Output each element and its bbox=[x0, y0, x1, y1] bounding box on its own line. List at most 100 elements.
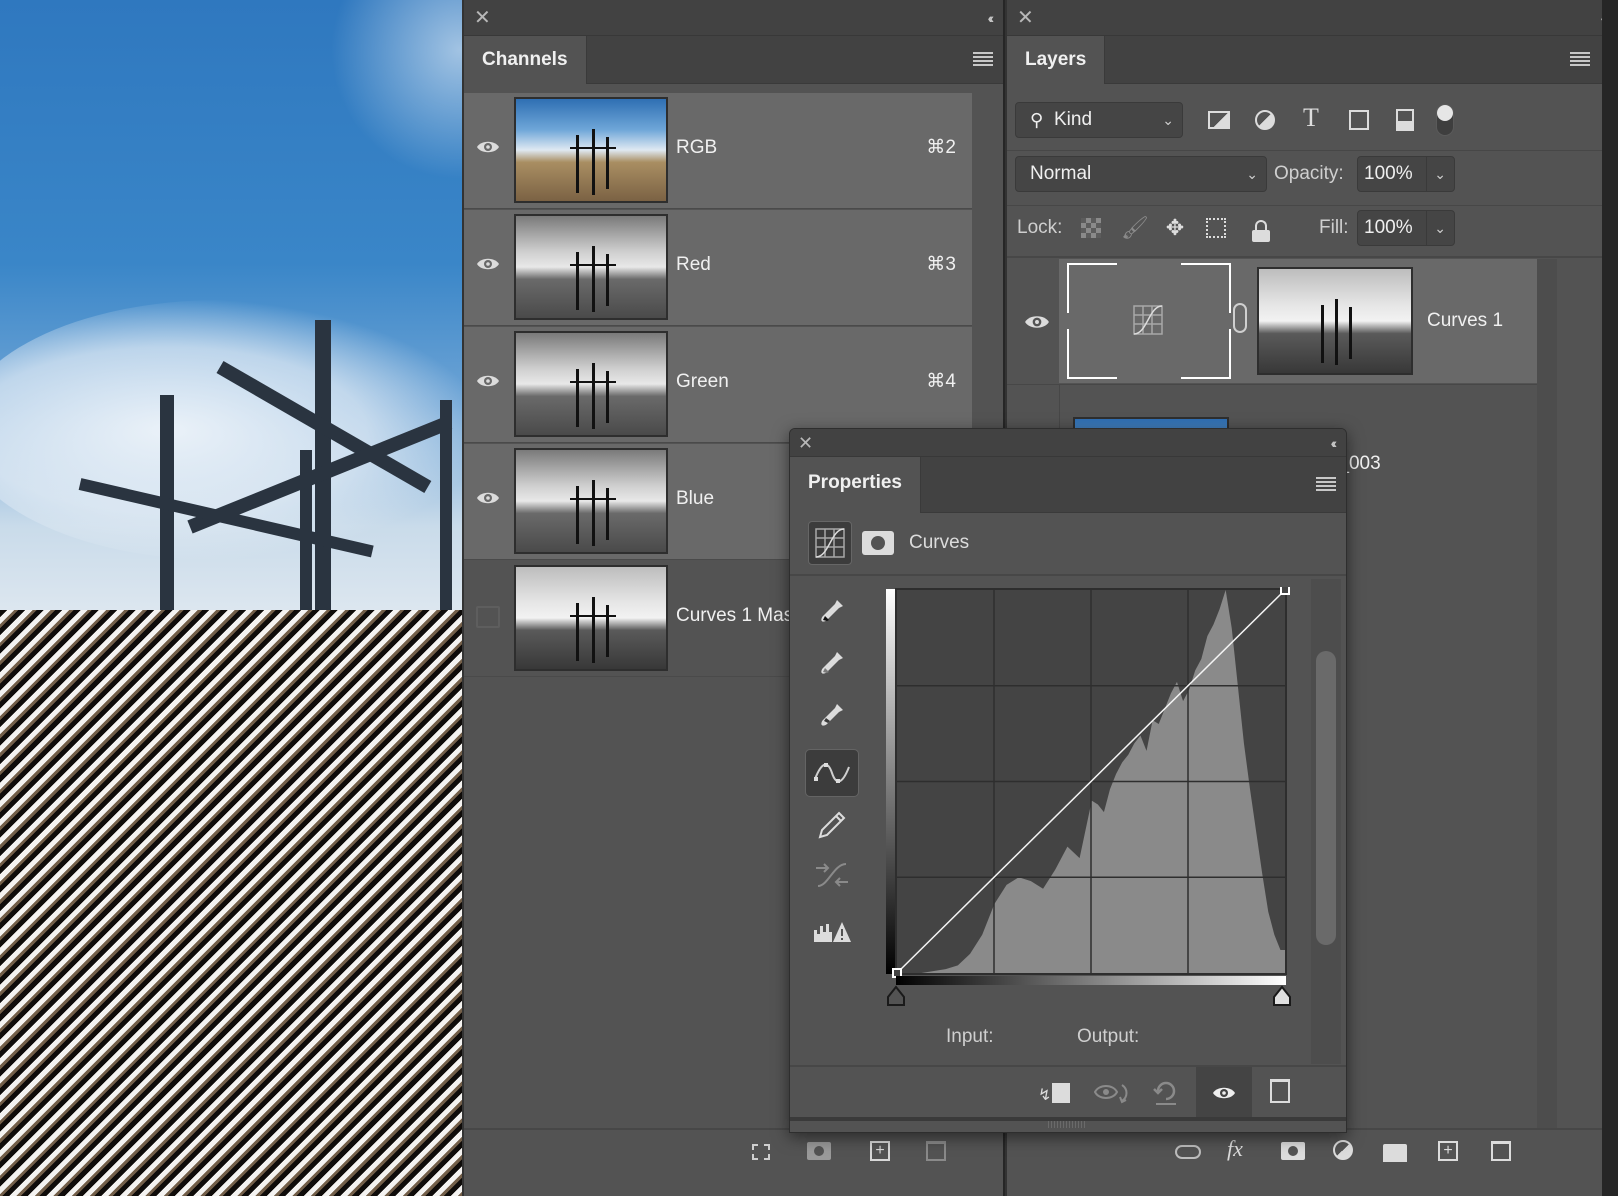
new-adjustment-icon[interactable] bbox=[1333, 1140, 1353, 1160]
chevron-down-icon[interactable]: ⌄ bbox=[1434, 157, 1446, 191]
channel-row[interactable]: Red ⌘3 bbox=[464, 210, 972, 326]
channel-thumbnail bbox=[514, 565, 668, 671]
close-icon[interactable]: ✕ bbox=[1017, 0, 1034, 36]
channel-name: Green bbox=[676, 371, 729, 392]
chevron-down-icon: ⌄ bbox=[1246, 166, 1258, 182]
divider bbox=[790, 574, 1346, 576]
gray-point-eyedropper[interactable] bbox=[805, 639, 859, 687]
blend-mode-dropdown[interactable]: Normal ⌄ bbox=[1015, 156, 1267, 192]
delete-layer-icon[interactable] bbox=[1491, 1141, 1511, 1161]
new-layer-icon[interactable]: + bbox=[1438, 1141, 1458, 1161]
pencil-draw-tool[interactable] bbox=[805, 801, 859, 849]
lock-label: Lock: bbox=[1017, 217, 1063, 238]
channel-name: Curves 1 Mask bbox=[676, 605, 803, 626]
lock-position-icon[interactable]: ✥ bbox=[1161, 214, 1189, 242]
shape-filter-icon[interactable] bbox=[1345, 106, 1373, 134]
lock-all-icon[interactable] bbox=[1252, 220, 1270, 242]
white-point-slider[interactable] bbox=[1273, 985, 1291, 1006]
delete-channel-icon[interactable] bbox=[926, 1141, 946, 1161]
delete-adjustment-button[interactable] bbox=[1270, 1079, 1290, 1103]
properties-panel: ✕ ‹‹ Properties Curves Input: Output: ↯ bbox=[789, 428, 1347, 1133]
filter-kind-label: Kind bbox=[1054, 109, 1093, 130]
layers-titlebar: ✕ ‹‹ bbox=[1007, 0, 1618, 36]
new-channel-icon[interactable]: + bbox=[870, 1141, 890, 1161]
reset-button[interactable] bbox=[1152, 1079, 1180, 1107]
adjustment-type-button[interactable] bbox=[808, 521, 852, 565]
panel-menu-icon[interactable] bbox=[1570, 52, 1590, 66]
curve-control-point[interactable] bbox=[1280, 587, 1290, 595]
document-canvas[interactable] bbox=[0, 0, 462, 1196]
eye-icon[interactable] bbox=[1024, 313, 1050, 331]
clip-to-layer-button[interactable]: ↯ bbox=[1038, 1081, 1072, 1105]
visibility-toggle[interactable] bbox=[464, 444, 512, 560]
white-point-eyedropper[interactable] bbox=[805, 691, 859, 739]
black-point-slider[interactable] bbox=[887, 985, 905, 1006]
resize-grip[interactable] bbox=[1048, 1121, 1086, 1128]
opacity-field[interactable]: 100% ⌄ bbox=[1357, 156, 1455, 192]
smooth-curve-button[interactable] bbox=[805, 851, 859, 899]
properties-tabstrip: Properties bbox=[790, 457, 1346, 513]
edit-points-curve-tool[interactable] bbox=[805, 749, 859, 797]
channel-row[interactable]: Green ⌘4 bbox=[464, 327, 972, 443]
channel-name: Red bbox=[676, 254, 711, 275]
filter-kind-dropdown[interactable]: ⚲ Kind ⌄ bbox=[1015, 102, 1183, 138]
view-previous-state-button[interactable] bbox=[1093, 1081, 1130, 1105]
lock-artboard-icon[interactable] bbox=[1206, 218, 1226, 238]
layer-row-curves[interactable]: Curves 1 bbox=[1007, 259, 1537, 383]
fill-field[interactable]: 100% ⌄ bbox=[1357, 210, 1455, 246]
lock-image-icon[interactable]: 🖌 bbox=[1121, 214, 1149, 242]
load-selection-icon[interactable] bbox=[752, 1144, 770, 1160]
curves-graph[interactable] bbox=[882, 587, 1292, 1017]
clipping-warning-button[interactable] bbox=[805, 907, 859, 955]
chevron-down-icon[interactable]: ⌄ bbox=[1434, 211, 1446, 245]
link-icon[interactable] bbox=[1233, 303, 1247, 333]
eye-icon bbox=[477, 258, 499, 270]
link-layers-icon[interactable] bbox=[1175, 1145, 1201, 1159]
curve-control-point[interactable] bbox=[892, 968, 902, 978]
adjustment-thumbnail[interactable] bbox=[1067, 263, 1231, 379]
image-filter-icon[interactable] bbox=[1205, 106, 1233, 134]
adjustment-filter-icon[interactable] bbox=[1251, 106, 1279, 134]
channel-shortcut: ⌘3 bbox=[926, 254, 956, 275]
channel-thumbnail bbox=[514, 331, 668, 437]
visibility-toggle[interactable] bbox=[464, 327, 512, 443]
sun-glare bbox=[330, 0, 462, 180]
new-group-icon[interactable] bbox=[1383, 1144, 1407, 1162]
output-gradient-bar bbox=[886, 589, 896, 974]
tab-properties[interactable]: Properties bbox=[790, 457, 921, 513]
fx-icon[interactable]: fx bbox=[1227, 1136, 1243, 1162]
mask-button[interactable] bbox=[862, 531, 894, 555]
curves-adjustment-icon bbox=[815, 528, 845, 558]
layer-name[interactable]: Curves 1 bbox=[1427, 259, 1503, 383]
visibility-toggle[interactable] bbox=[464, 561, 512, 677]
fill-value: 100% bbox=[1364, 217, 1413, 238]
layer-mask-thumbnail[interactable] bbox=[1257, 267, 1413, 375]
eye-icon bbox=[1213, 1087, 1235, 1099]
layers-tabstrip: Layers bbox=[1007, 36, 1618, 84]
save-selection-mask-icon[interactable] bbox=[807, 1142, 831, 1160]
reset-icon bbox=[1153, 1081, 1176, 1105]
properties-scroll-thumb[interactable] bbox=[1316, 651, 1336, 945]
opacity-value: 100% bbox=[1364, 163, 1413, 184]
toggle-visibility-button[interactable] bbox=[1196, 1067, 1252, 1119]
properties-titlebar[interactable]: ✕ ‹‹ bbox=[790, 429, 1346, 457]
tab-layers[interactable]: Layers bbox=[1007, 36, 1106, 84]
panel-menu-icon[interactable] bbox=[973, 52, 993, 66]
type-filter-icon[interactable]: T bbox=[1297, 103, 1325, 132]
properties-scroll-track[interactable] bbox=[1311, 579, 1341, 1064]
channel-row[interactable]: RGB ⌘2 bbox=[464, 93, 972, 209]
smart-object-filter-icon[interactable] bbox=[1391, 106, 1419, 134]
visibility-toggle[interactable] bbox=[464, 93, 512, 209]
close-icon[interactable]: ✕ bbox=[474, 0, 491, 36]
visibility-toggle[interactable] bbox=[464, 210, 512, 326]
channel-name: RGB bbox=[676, 137, 718, 158]
tab-channels[interactable]: Channels bbox=[464, 36, 587, 84]
channel-name: Blue bbox=[676, 488, 715, 509]
lock-transparent-icon[interactable] bbox=[1081, 218, 1101, 238]
double-chevron-left-icon[interactable]: ‹‹ bbox=[988, 0, 995, 36]
panel-menu-icon[interactable] bbox=[1316, 477, 1336, 491]
filter-toggle[interactable] bbox=[1436, 104, 1454, 136]
black-point-eyedropper[interactable] bbox=[805, 587, 859, 635]
curves-adjustment-icon bbox=[1133, 305, 1163, 335]
add-mask-icon[interactable] bbox=[1281, 1142, 1305, 1160]
